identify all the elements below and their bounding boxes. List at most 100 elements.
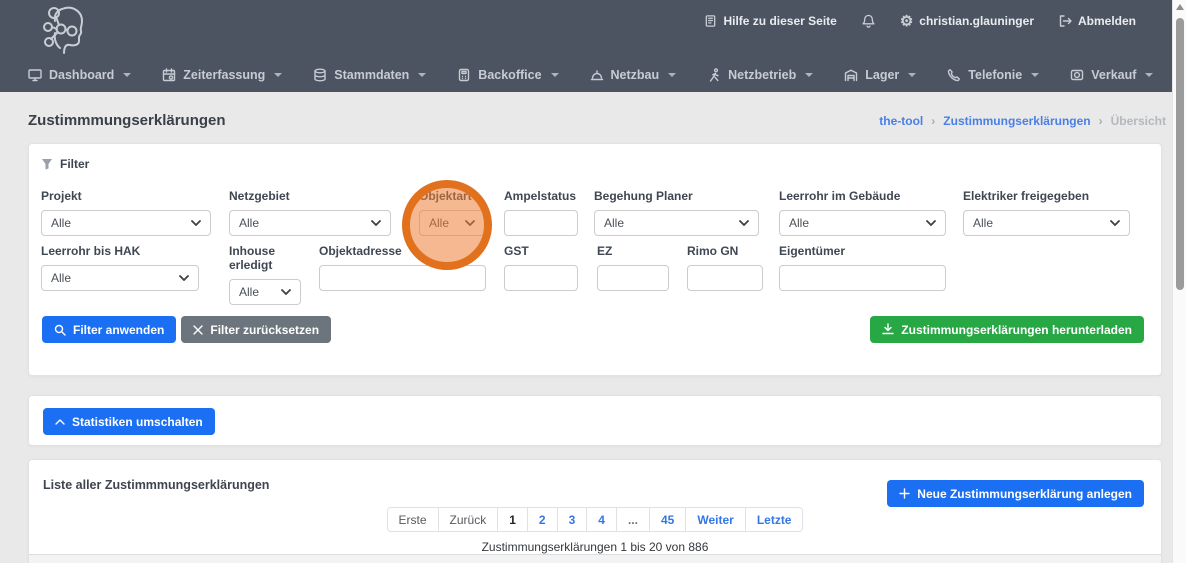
chevron-down-icon <box>908 73 916 77</box>
create-declaration-button[interactable]: Neue Zustimmungserklärung anlegen <box>887 480 1144 507</box>
brain-network-logo-icon <box>36 3 94 57</box>
pagination-page-1[interactable]: 1 <box>497 507 528 532</box>
chevron-down-icon <box>123 73 131 77</box>
field-begehung-planer: Begehung Planer Alle <box>594 189 759 236</box>
download-button[interactable]: Zustimmungserklärungen herunterladen <box>870 316 1144 343</box>
pagination-last[interactable]: Letzte <box>745 507 804 532</box>
chevron-down-icon <box>739 220 749 226</box>
chevron-down-icon <box>281 289 291 295</box>
bell-icon <box>861 13 876 29</box>
nav-item-telefonie[interactable]: Telefonie <box>947 68 1039 82</box>
projekt-select[interactable]: Alle <box>41 210 211 236</box>
nav-item-stammdaten[interactable]: Stammdaten <box>313 68 426 82</box>
eigentuemer-input[interactable] <box>779 265 946 291</box>
close-icon <box>193 325 203 335</box>
helmet-icon <box>590 68 604 82</box>
logout-label: Abmelden <box>1078 14 1136 28</box>
rimo-gn-input[interactable] <box>687 265 763 291</box>
pagination-page-4[interactable]: 4 <box>586 507 617 532</box>
filter-actions: Filter anwenden Filter zurücksetzen <box>42 316 331 343</box>
toggle-statistics-button[interactable]: Statistiken umschalten <box>43 408 215 435</box>
user-menu[interactable]: ⚙ christian.glauninger <box>900 14 1034 29</box>
field-leerrohr-bis-hak: Leerrohr bis HAK Alle <box>41 244 199 291</box>
list-card: Liste aller Zustimmmungserklärungen Neue… <box>28 459 1162 563</box>
select-value: Alle <box>239 285 259 299</box>
field-label: Ampelstatus <box>504 189 578 203</box>
funnel-icon <box>41 158 53 170</box>
nav-item-backoffice[interactable]: Backoffice <box>457 68 558 82</box>
nav-item-lager[interactable]: Lager <box>844 68 916 82</box>
nav-label: Dashboard <box>49 68 114 82</box>
field-label: Leerrohr bis HAK <box>41 244 199 258</box>
chevron-up-icon <box>55 418 65 425</box>
notifications-button[interactable] <box>861 13 876 29</box>
scrollbar-thumb[interactable] <box>1176 18 1184 290</box>
nav-item-verkauf[interactable]: Verkauf <box>1070 68 1153 82</box>
chevron-down-icon <box>926 220 936 226</box>
objektadresse-input[interactable] <box>319 265 486 291</box>
button-label: Neue Zustimmungserklärung anlegen <box>917 487 1132 501</box>
gear-icon: ⚙ <box>900 14 913 29</box>
breadcrumb-root[interactable]: the-tool <box>879 114 923 128</box>
warehouse-icon <box>844 68 858 82</box>
breadcrumb-current: Übersicht <box>1111 114 1166 128</box>
pagination-page-3[interactable]: 3 <box>557 507 588 532</box>
netzgebiet-select[interactable]: Alle <box>229 210 391 236</box>
button-label: Filter anwenden <box>73 323 164 337</box>
field-ez: EZ <box>597 244 669 291</box>
leerrohr-bis-hak-select[interactable]: Alle <box>41 265 199 291</box>
field-label: Elektriker freigegeben <box>963 189 1130 203</box>
scrollbar-up-arrow-icon[interactable] <box>1176 4 1184 10</box>
nav-label: Netzbetrieb <box>728 68 796 82</box>
field-label: Rimo GN <box>687 244 763 258</box>
pagination-ellipsis: ... <box>616 507 650 532</box>
button-label: Zustimmungserklärungen herunterladen <box>901 323 1132 337</box>
chevron-down-icon <box>274 73 282 77</box>
help-label: Hilfe zu dieser Seite <box>723 14 836 28</box>
filter-header: Filter <box>41 157 89 171</box>
pagination-next[interactable]: Weiter <box>685 507 745 532</box>
reset-filter-button[interactable]: Filter zurücksetzen <box>181 316 331 343</box>
chevron-down-icon <box>805 73 813 77</box>
inhouse-erledigt-select[interactable]: Alle <box>229 279 301 305</box>
apply-filter-button[interactable]: Filter anwenden <box>42 316 176 343</box>
elektriker-freigegeben-select[interactable]: Alle <box>963 210 1130 236</box>
field-label: Eigentümer <box>779 244 946 258</box>
breadcrumb-section[interactable]: Zustimmungserklärungen <box>943 114 1090 128</box>
ez-input[interactable] <box>597 265 669 291</box>
chevron-down-icon <box>551 73 559 77</box>
pagination-prev[interactable]: Zurück <box>438 507 499 532</box>
logout-button[interactable]: Abmelden <box>1058 14 1136 28</box>
ampelstatus-input[interactable] <box>504 210 578 236</box>
camera-icon <box>1070 68 1084 82</box>
app-logo[interactable] <box>36 3 94 62</box>
breadcrumb-separator: › <box>1099 114 1103 128</box>
leerrohr-im-gebaeude-select[interactable]: Alle <box>779 210 946 236</box>
field-label: Inhouse erledigt <box>229 244 301 272</box>
username: christian.glauninger <box>919 14 1034 28</box>
field-label: Leerrohr im Gebäude <box>779 189 946 203</box>
gst-input[interactable] <box>504 265 578 291</box>
pagination: Erste Zurück 1 2 3 4 ... 45 Weiter Letzt… <box>29 507 1161 532</box>
nav-item-dashboard[interactable]: Dashboard <box>28 68 131 82</box>
field-objektart: Objektart Alle <box>419 189 485 236</box>
objektart-select[interactable]: Alle <box>419 210 485 236</box>
pagination-page-2[interactable]: 2 <box>527 507 558 532</box>
field-ampelstatus: Ampelstatus <box>504 189 578 236</box>
nav-item-netzbetrieb[interactable]: Netzbetrieb <box>707 68 813 82</box>
select-value: Alle <box>51 271 71 285</box>
logout-icon <box>1058 14 1072 28</box>
chevron-down-icon <box>191 220 201 226</box>
pagination-page-45[interactable]: 45 <box>649 507 686 532</box>
nav-label: Lager <box>865 68 899 82</box>
select-value: Alle <box>973 216 993 230</box>
pagination-first[interactable]: Erste <box>387 507 439 532</box>
help-link[interactable]: Hilfe zu dieser Seite <box>704 14 836 28</box>
scrollbar[interactable] <box>1172 0 1186 563</box>
begehung-planer-select[interactable]: Alle <box>594 210 759 236</box>
phone-icon <box>947 68 961 82</box>
chevron-down-icon <box>371 220 381 226</box>
nav-item-netzbau[interactable]: Netzbau <box>590 68 677 82</box>
select-value: Alle <box>239 216 259 230</box>
nav-item-zeiterfassung[interactable]: Zeiterfassung <box>162 68 282 82</box>
